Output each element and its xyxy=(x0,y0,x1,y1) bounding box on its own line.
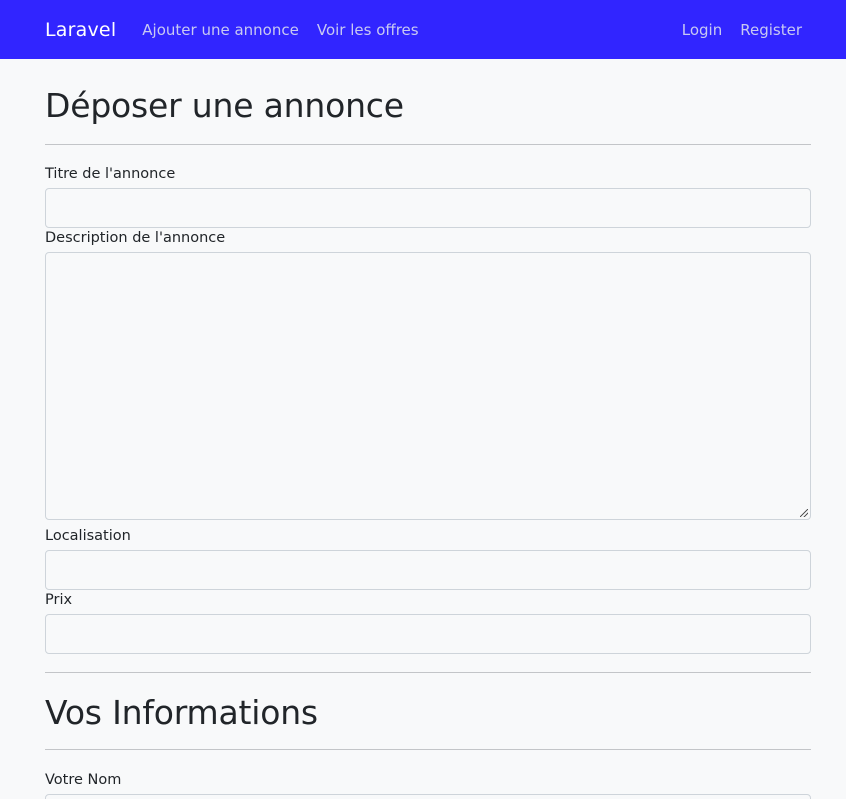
titre-label: Titre de l'annonce xyxy=(45,166,176,182)
login-link[interactable]: Login xyxy=(682,21,722,39)
register-link[interactable]: Register xyxy=(740,21,802,39)
brand-link[interactable]: Laravel xyxy=(45,19,116,41)
prix-label: Prix xyxy=(45,592,73,608)
nav-link-ajouter-annonce[interactable]: Ajouter une annonce xyxy=(142,21,299,39)
prix-input[interactable] xyxy=(45,614,811,654)
page-title: Déposer une annonce xyxy=(45,86,404,125)
divider xyxy=(45,144,811,145)
top-navbar: Laravel Ajouter une annonce Voir les off… xyxy=(0,0,846,59)
nom-input[interactable] xyxy=(45,794,811,799)
localisation-label: Localisation xyxy=(45,528,131,544)
divider xyxy=(45,672,811,673)
nav-link-voir-offres[interactable]: Voir les offres xyxy=(317,21,419,39)
nom-label: Votre Nom xyxy=(45,772,122,788)
resize-handle-icon[interactable] xyxy=(800,509,808,517)
description-textarea[interactable] xyxy=(45,252,811,520)
localisation-input[interactable] xyxy=(45,550,811,590)
divider xyxy=(45,749,811,750)
main-content: Déposer une annonce Titre de l'annonce D… xyxy=(0,86,846,799)
description-label: Description de l'annonce xyxy=(45,230,226,246)
titre-input[interactable] xyxy=(45,188,811,228)
section-title-informations: Vos Informations xyxy=(45,693,318,732)
auth-links: Login Register xyxy=(664,21,802,39)
